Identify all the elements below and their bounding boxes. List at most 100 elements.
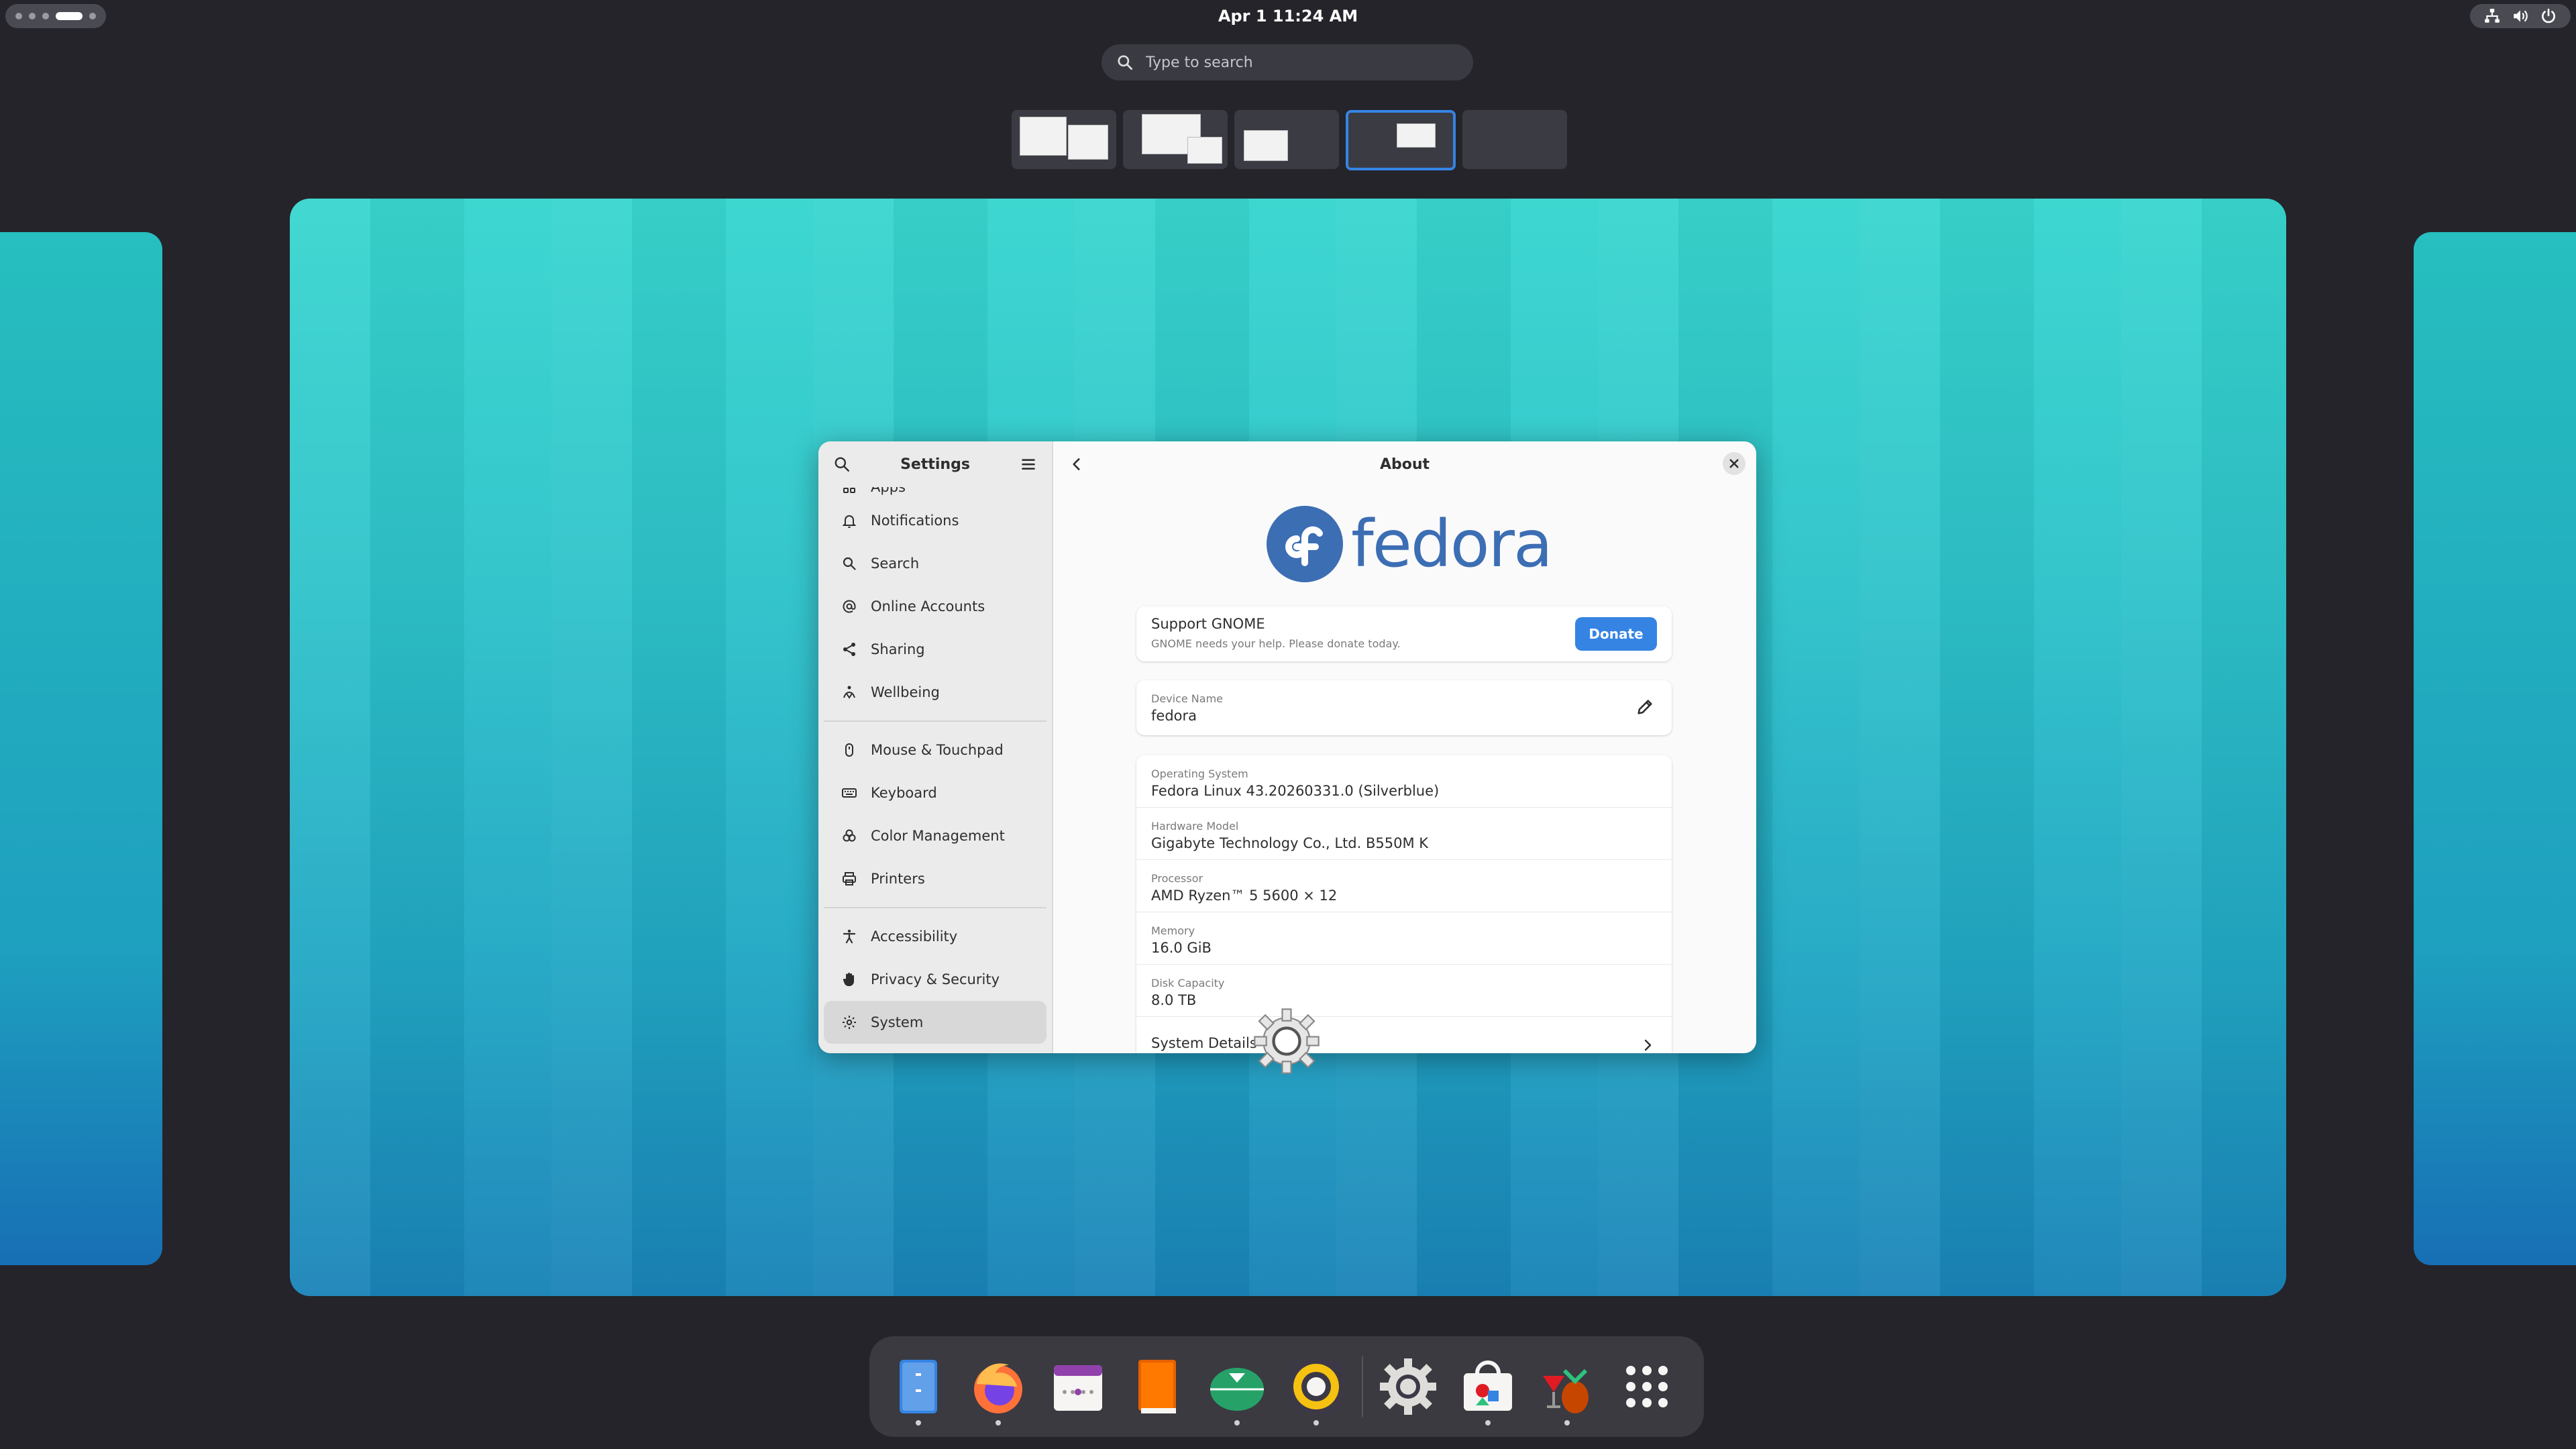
- info-row-processor: Processor AMD Ryzen™ 5 5600 × 12: [1136, 860, 1672, 912]
- info-label: Disk Capacity: [1151, 977, 1225, 989]
- sidebar-item-notifications[interactable]: Notifications: [824, 499, 1046, 542]
- sidebar-item-label: Keyboard: [871, 785, 937, 801]
- clock[interactable]: Apr 1 11:24 AM: [0, 4, 2576, 28]
- system-details-row[interactable]: System Details: [1136, 1017, 1672, 1053]
- sidebar-item-keyboard[interactable]: Keyboard: [824, 771, 1046, 814]
- info-value: Fedora Linux 43.20260331.0 (Silverblue): [1151, 783, 1440, 799]
- overview-search-bar[interactable]: [1102, 44, 1473, 80]
- system-details-label: System Details: [1151, 1035, 1257, 1051]
- firefox-icon: [973, 1363, 1022, 1413]
- dock-app-books[interactable]: [1122, 1346, 1193, 1427]
- sidebar-item-label: Notifications: [871, 513, 959, 529]
- sidebar-item-label: Accessibility: [871, 928, 958, 945]
- sidebar-item-system[interactable]: System: [824, 1001, 1046, 1044]
- info-value: 16.0 GiB: [1151, 940, 1212, 956]
- info-row-hardware: Hardware Model Gigabyte Technology Co., …: [1136, 808, 1672, 860]
- sidebar-separator: [824, 720, 1046, 722]
- info-label: Operating System: [1151, 767, 1248, 780]
- fedora-logo-mark: [1267, 506, 1343, 582]
- info-label: Processor: [1151, 872, 1203, 885]
- dock-separator: [1361, 1356, 1363, 1417]
- software-icon: [1463, 1360, 1512, 1411]
- close-button[interactable]: [1723, 452, 1746, 475]
- accessibility-icon: [843, 929, 856, 944]
- volume-icon: [2514, 10, 2528, 22]
- running-indicator: [1564, 1420, 1570, 1426]
- files-icon: [900, 1360, 938, 1413]
- system-tray[interactable]: [2470, 4, 2571, 28]
- sidebar-item-mouse-touchpad[interactable]: Mouse & Touchpad: [824, 729, 1046, 771]
- bell-icon: [842, 515, 857, 528]
- settings-icon: [1379, 1358, 1436, 1415]
- dock-app-settings[interactable]: [1373, 1346, 1444, 1427]
- back-button[interactable]: [1068, 455, 1085, 473]
- printer-icon: [843, 872, 856, 885]
- sidebar-item-sharing[interactable]: Sharing: [824, 628, 1046, 671]
- support-gnome-card: Support GNOME GNOME needs your help. Ple…: [1136, 606, 1672, 661]
- info-value: Gigabyte Technology Co., Ltd. B550M K: [1151, 835, 1429, 851]
- device-name-card[interactable]: Device Name fedora: [1136, 680, 1672, 735]
- donate-button[interactable]: Donate: [1575, 617, 1657, 651]
- settings-window[interactable]: Settings Apps Notifications Search Onlin…: [818, 441, 1756, 1053]
- hamburger-menu-icon: [1022, 459, 1035, 470]
- info-value: 8.0 TB: [1151, 992, 1197, 1008]
- dock-app-firefox[interactable]: [963, 1346, 1034, 1427]
- search-input[interactable]: [1146, 54, 1454, 71]
- hand-icon: [843, 973, 854, 986]
- books-icon: [1138, 1360, 1177, 1413]
- sidebar-item-printers[interactable]: Printers: [824, 857, 1046, 900]
- download-manager-icon: [1210, 1368, 1264, 1411]
- workspace-thumbnail[interactable]: [1012, 110, 1116, 169]
- dock-app-software[interactable]: [1452, 1346, 1523, 1427]
- fedora-wordmark: fedora: [1351, 506, 1553, 582]
- dock-app-rhythmbox[interactable]: [1281, 1346, 1352, 1427]
- sidebar-item-label: Color Management: [871, 828, 1005, 844]
- dash-dock: [869, 1336, 1704, 1437]
- info-value: AMD Ryzen™ 5 5600 × 12: [1151, 888, 1338, 904]
- share-icon: [843, 643, 855, 656]
- sidebar-item-wellbeing[interactable]: Wellbeing: [824, 671, 1046, 714]
- gear-icon: [843, 1016, 856, 1029]
- sidebar-header: Settings: [818, 441, 1052, 487]
- keyboard-icon: [842, 788, 857, 798]
- device-name-label: Device Name: [1151, 692, 1224, 705]
- workspace-thumbnail[interactable]: [1462, 110, 1567, 169]
- info-row-disk: Disk Capacity 8.0 TB: [1136, 965, 1672, 1017]
- search-icon: [843, 557, 856, 570]
- running-indicator: [1234, 1420, 1240, 1426]
- sidebar-item-color-management[interactable]: Color Management: [824, 814, 1046, 857]
- fedora-logo: fedora: [1267, 506, 1553, 582]
- main-menu-button[interactable]: [1020, 455, 1037, 473]
- edit-device-name-button[interactable]: [1635, 698, 1654, 716]
- sidebar-item-label: Apps: [871, 487, 906, 495]
- next-workspace[interactable]: [2414, 232, 2576, 1265]
- search-button[interactable]: [833, 455, 851, 473]
- chevron-right-icon: [1640, 1037, 1656, 1053]
- sidebar-item-search[interactable]: Search: [824, 542, 1046, 585]
- apps-icon: [843, 488, 855, 493]
- previous-workspace[interactable]: [0, 232, 162, 1265]
- info-row-memory: Memory 16.0 GiB: [1136, 912, 1672, 965]
- dock-app-wine[interactable]: [1532, 1346, 1603, 1427]
- dock-app-download-manager[interactable]: [1201, 1346, 1273, 1427]
- at-icon: [843, 600, 856, 613]
- workspace-thumbnails: [1012, 110, 1567, 170]
- system-info-card: Operating System Fedora Linux 43.2026033…: [1136, 755, 1672, 1053]
- workspace-thumbnail[interactable]: [1123, 110, 1228, 169]
- sidebar-item-apps[interactable]: Apps: [824, 487, 1046, 499]
- sidebar-item-privacy-security[interactable]: Privacy & Security: [824, 958, 1046, 1001]
- workspace-thumbnail[interactable]: [1234, 110, 1339, 169]
- dock-app-calendar[interactable]: [1042, 1346, 1114, 1427]
- running-indicator: [916, 1420, 922, 1426]
- close-icon: [1729, 459, 1739, 468]
- sidebar-item-accessibility[interactable]: Accessibility: [824, 915, 1046, 958]
- dock-app-grid[interactable]: [1611, 1346, 1682, 1427]
- dock-app-files[interactable]: [883, 1346, 955, 1427]
- sidebar-item-online-accounts[interactable]: Online Accounts: [824, 585, 1046, 628]
- settings-sidebar: Settings Apps Notifications Search Onlin…: [818, 441, 1053, 1053]
- top-bar: Apr 1 11:24 AM: [0, 0, 2576, 31]
- support-title: Support GNOME: [1151, 616, 1265, 632]
- workspace-thumbnail-active[interactable]: [1346, 110, 1456, 170]
- page-title: About: [1379, 455, 1430, 473]
- sidebar-item-label: Mouse & Touchpad: [871, 742, 1004, 758]
